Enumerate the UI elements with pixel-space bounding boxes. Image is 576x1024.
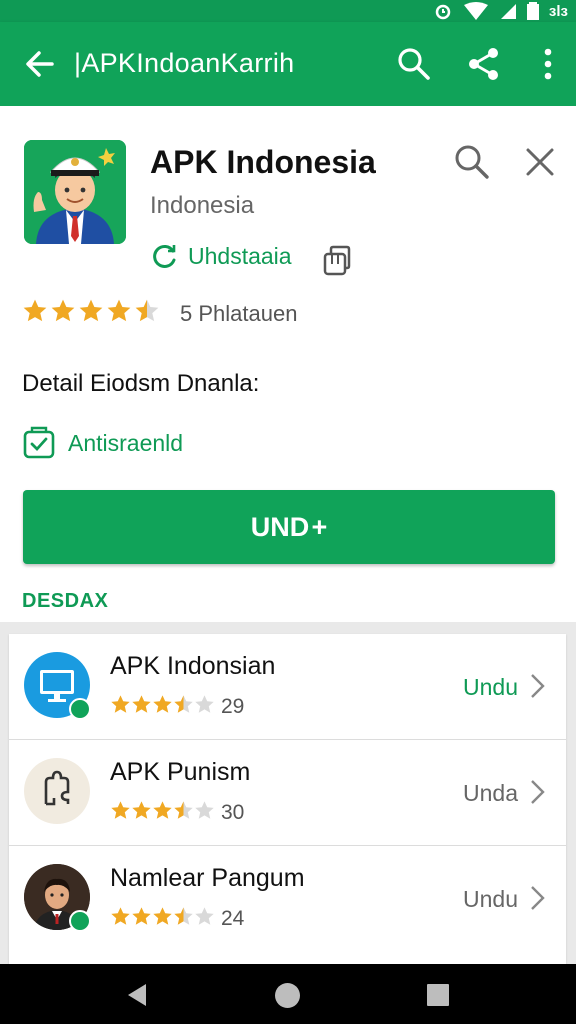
star-icon <box>50 298 76 329</box>
star-icon <box>134 298 160 329</box>
installed-badge-icon <box>69 910 91 932</box>
status-bar: ɜlɜ <box>0 0 576 22</box>
close-icon[interactable] <box>520 142 560 182</box>
app-detail-card: APK Indonesia Indonesia Uhdstaaia 5 Phla… <box>0 106 576 622</box>
puzzle-icon <box>24 758 90 824</box>
star-icon <box>110 801 131 825</box>
app-developer[interactable]: Indonesia <box>150 192 254 220</box>
copy-icon[interactable] <box>320 244 354 278</box>
share-icon[interactable] <box>464 44 504 84</box>
rating-stars <box>110 800 215 826</box>
refresh-icon <box>153 244 176 268</box>
list-item[interactable]: APK Indonsian 29 Undu <box>9 634 566 740</box>
status-text: ɜlɜ <box>548 2 568 20</box>
star-icon <box>152 907 173 931</box>
list-item-title: APK Indonsian <box>110 652 276 680</box>
download-button[interactable]: UND + <box>23 490 555 564</box>
chevron-right-icon[interactable] <box>526 672 548 700</box>
app-bar-title: |APKIndoanKarrih <box>74 48 295 78</box>
star-icon <box>194 801 215 825</box>
install-status: Uhdstaaia <box>150 242 292 270</box>
star-icon <box>131 907 152 931</box>
rating-count: 29 <box>221 695 245 718</box>
app-name: APK Indonesia <box>150 144 376 180</box>
list-item-rating: 24 <box>110 906 244 932</box>
star-icon <box>152 801 173 825</box>
back-arrow-icon[interactable] <box>22 46 58 82</box>
star-icon <box>106 298 132 329</box>
list-item[interactable]: APK Punism 30 Unda <box>9 740 566 846</box>
wifi-icon <box>463 2 488 20</box>
download-link[interactable]: Undu <box>463 674 518 701</box>
rating-stars <box>110 906 215 932</box>
battery-icon <box>526 2 539 20</box>
star-icon <box>110 695 131 719</box>
shield-check-icon <box>23 426 55 459</box>
nav-recent-icon[interactable] <box>427 984 449 1006</box>
rating-stars <box>22 298 160 329</box>
star-icon <box>131 695 152 719</box>
chevron-right-icon[interactable] <box>526 884 548 912</box>
star-icon <box>173 907 194 931</box>
app-bar: |APKIndoanKarrih <box>0 22 576 106</box>
list-item-rating: 30 <box>110 800 244 826</box>
chevron-right-icon[interactable] <box>526 778 548 806</box>
star-icon <box>194 695 215 719</box>
star-icon <box>78 298 104 329</box>
section-label: DESDAX <box>22 590 109 612</box>
download-link[interactable]: Undu <box>463 886 518 913</box>
status-icons: ɜlɜ <box>433 0 568 22</box>
list-item-title: APK Punism <box>110 758 251 786</box>
app-icon <box>24 140 126 244</box>
rating-count: 5 Phlatauen <box>180 300 298 326</box>
download-link[interactable]: Unda <box>463 780 518 807</box>
star-icon <box>152 695 173 719</box>
installed-badge-icon <box>69 698 91 720</box>
detail-label: Detail Eiodsm Dnanla: <box>22 370 260 397</box>
install-status-label: Uhdstaaia <box>188 242 292 269</box>
star-icon <box>110 907 131 931</box>
star-icon <box>194 907 215 931</box>
antivirus-status: Antisraenld <box>22 426 183 460</box>
search-icon[interactable] <box>452 142 492 182</box>
nav-home-icon[interactable] <box>274 982 301 1009</box>
list-item-rating: 29 <box>110 694 244 720</box>
list-item[interactable]: Namlear Pangum 24 Undu <box>9 846 566 952</box>
app-icon-illustration <box>24 140 126 244</box>
list-item-title: Namlear Pangum <box>110 864 305 892</box>
alarm-icon <box>435 4 451 20</box>
star-icon <box>173 801 194 825</box>
antivirus-label: Antisraenld <box>68 429 184 456</box>
rating-count: 24 <box>221 907 245 930</box>
star-icon <box>173 695 194 719</box>
nav-back-icon[interactable] <box>124 982 150 1008</box>
star-icon <box>131 801 152 825</box>
rating-count: 30 <box>221 801 245 824</box>
search-icon[interactable] <box>394 44 434 84</box>
navigation-bar <box>0 964 576 1024</box>
rating-stars <box>110 694 215 720</box>
related-apps-list: APK Indonsian 29 Undu APK Punism 30 Unda <box>9 634 566 964</box>
more-vert-icon[interactable] <box>532 44 564 84</box>
signal-icon <box>500 4 516 19</box>
star-icon <box>22 298 48 329</box>
app-rating: 5 Phlatauen <box>22 298 297 329</box>
